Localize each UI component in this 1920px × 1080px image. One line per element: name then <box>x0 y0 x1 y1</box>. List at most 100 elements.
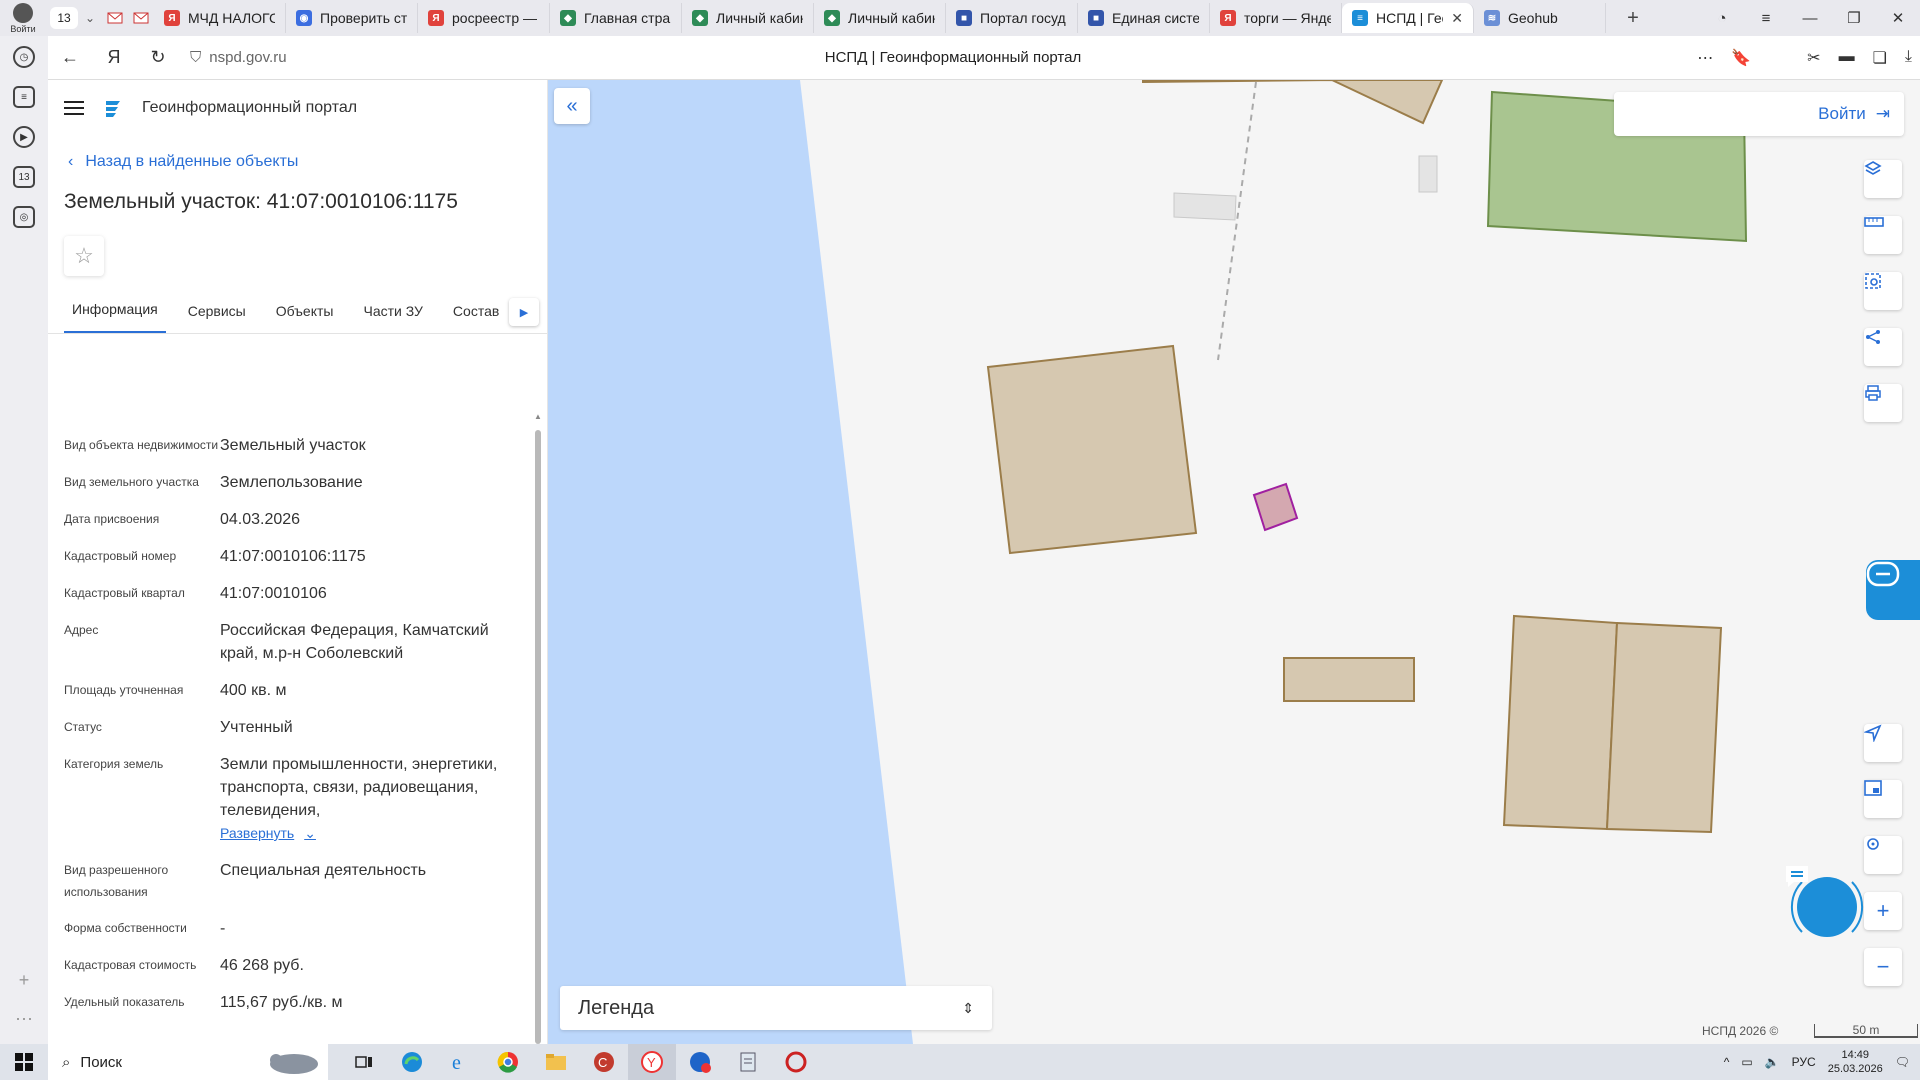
edge-icon[interactable] <box>388 1044 436 1080</box>
layers-button[interactable] <box>1864 160 1902 198</box>
menu-icon[interactable]: ≡ <box>1744 10 1788 27</box>
start-button[interactable] <box>0 1053 48 1071</box>
parcel[interactable] <box>1502 614 1619 831</box>
bookmark-icon[interactable]: 🔖 <box>1731 48 1751 68</box>
minimap-button[interactable] <box>1864 780 1902 818</box>
print-button[interactable] <box>1864 384 1902 422</box>
minimize-button[interactable]: — <box>1788 10 1832 27</box>
browser-tab[interactable]: ◆ Главная стран <box>550 3 682 33</box>
browser-tab[interactable]: ≡ НСПД | Гео ✕ <box>1342 3 1474 33</box>
browser-tab[interactable]: Яросреестр — Я <box>418 3 550 33</box>
play-icon[interactable]: ▶ <box>13 126 35 148</box>
chevron-down-icon[interactable]: ⌄ <box>78 11 102 25</box>
tab-objects[interactable]: Объекты <box>268 303 342 333</box>
profile-icon[interactable]: ◔ <box>1700 10 1744 27</box>
browser-tab[interactable]: ◆ Личный кабин <box>682 3 814 33</box>
chat-assistant-button[interactable] <box>1782 862 1872 952</box>
chevron-up-icon[interactable]: ^ <box>1724 1055 1730 1069</box>
tab-count-button[interactable]: 13 <box>50 7 78 29</box>
notifications-icon[interactable]: 🗨 <box>1895 1055 1910 1069</box>
ccleaner-icon[interactable]: C <box>580 1044 628 1080</box>
expand-link[interactable]: Развернуть ⌄ <box>220 822 316 845</box>
yandex-icon[interactable]: Я <box>92 47 136 68</box>
tab-services[interactable]: Сервисы <box>180 303 254 333</box>
share-button[interactable] <box>1864 328 1902 366</box>
favorite-star-button[interactable]: ☆ <box>64 236 104 276</box>
taskbar-search[interactable]: ⌕ Поиск <box>48 1044 328 1080</box>
more-icon[interactable]: ⋯ <box>1697 48 1713 68</box>
browser-tab[interactable]: ■ Портал госуд <box>946 3 1078 33</box>
legend-bar[interactable]: Легенда ⇕ <box>560 986 992 1030</box>
extension-icon[interactable]: ✂ <box>1807 48 1820 68</box>
parcel[interactable] <box>1283 657 1415 702</box>
info-row: Дата присвоения 04.03.2026 <box>48 508 536 531</box>
network-icon[interactable]: ▭ <box>1741 1055 1752 1069</box>
login-button[interactable]: Войти ⇥ <box>1614 92 1904 136</box>
tab-title: МЧД НАЛОГС <box>188 10 275 26</box>
zoom-out-button[interactable]: − <box>1864 948 1902 986</box>
tab-composition[interactable]: Состав <box>445 303 507 333</box>
tab-parts[interactable]: Части ЗУ <box>355 303 430 333</box>
file-explorer-icon[interactable] <box>532 1044 580 1080</box>
outlook-icon[interactable] <box>676 1044 724 1080</box>
add-icon[interactable]: + <box>19 970 30 991</box>
selected-parcel[interactable] <box>1252 482 1299 532</box>
system-tray: ^ ▭ 🔈 РУС 14:49 25.03.2026 🗨 <box>1724 1048 1910 1076</box>
download-icon[interactable]: ⤓ <box>1905 48 1912 68</box>
restore-button[interactable]: ❐ <box>1832 9 1876 27</box>
parcel[interactable] <box>1142 80 1444 125</box>
chrome-icon[interactable] <box>484 1044 532 1080</box>
map-canvas[interactable] <box>548 80 1920 1044</box>
calendar-icon[interactable]: 13 <box>13 166 35 188</box>
app-c-icon[interactable] <box>772 1044 820 1080</box>
avatar <box>13 2 33 23</box>
screenshot-icon[interactable]: ◎ <box>13 206 35 228</box>
close-window-button[interactable]: ✕ <box>1876 9 1920 27</box>
geolocation-button[interactable] <box>1864 724 1902 762</box>
tabs-scroll-right-button[interactable]: ▶ <box>509 298 539 326</box>
clock[interactable]: 14:49 25.03.2026 <box>1828 1048 1883 1076</box>
yandex-browser-icon[interactable]: Y <box>628 1044 676 1080</box>
feedback-button[interactable] <box>1866 560 1920 620</box>
tab-information[interactable]: Информация <box>64 301 166 333</box>
panel-scrollbar[interactable]: ▲ ▼ <box>532 412 544 1044</box>
url-field[interactable]: ⛉ nspd.gov.ru <box>190 49 590 66</box>
profile-button[interactable]: Войти <box>0 0 46 36</box>
close-tab-icon[interactable]: ✕ <box>1451 10 1463 27</box>
hamburger-menu-icon[interactable] <box>64 101 84 115</box>
browser-tab[interactable]: ◆ Личный кабин <box>814 3 946 33</box>
info-row: Форма собственности - <box>48 917 536 940</box>
back-to-results-link[interactable]: ‹ Назад в найденные объекты <box>48 148 547 176</box>
notes-icon[interactable]: ≡ <box>13 86 35 108</box>
row-value: Земли промышленности, энергетики, трансп… <box>220 756 498 819</box>
browser-tab[interactable]: ◉ Проверить ст <box>286 3 418 33</box>
language-indicator[interactable]: РУС <box>1792 1055 1816 1069</box>
volume-icon[interactable]: 🔈 <box>1765 1055 1780 1069</box>
parcel[interactable] <box>1605 621 1723 834</box>
notepad-icon[interactable] <box>724 1044 772 1080</box>
info-list: Вид объекта недвижимости Земельный участо… <box>48 420 536 1040</box>
collections-icon[interactable]: ❏ <box>1873 48 1887 68</box>
collapse-panel-button[interactable]: « <box>554 88 590 124</box>
area-select-button[interactable] <box>1864 272 1902 310</box>
task-view-icon[interactable] <box>340 1044 388 1080</box>
browser-tab[interactable]: Яторги — Янде <box>1210 3 1342 33</box>
scroll-up-icon[interactable]: ▲ <box>534 412 542 421</box>
reload-button[interactable]: ↻ <box>136 47 180 68</box>
map-view[interactable]: « Войти ⇥ + − Легенда ⇕ НСПД 2026 © 50 m <box>548 80 1920 1044</box>
new-tab-button[interactable]: + <box>1618 7 1648 30</box>
more-dots-icon[interactable]: ⋯ <box>15 1009 33 1030</box>
history-icon[interactable]: ◷ <box>13 46 35 68</box>
browser-tab[interactable]: ■ Единая систе <box>1078 3 1210 33</box>
scroll-thumb[interactable] <box>535 430 541 1044</box>
ie-icon[interactable]: e <box>436 1044 484 1080</box>
vpn-icon[interactable]: ▬ <box>1839 48 1855 68</box>
ruler-button[interactable] <box>1864 216 1902 254</box>
back-button[interactable]: ← <box>48 47 92 68</box>
tab-favicon-icon: ■ <box>1088 10 1104 26</box>
browser-tab[interactable]: Я МЧД НАЛОГС <box>154 3 286 33</box>
pinned-tab-mail-2[interactable] <box>128 11 154 25</box>
browser-tab[interactable]: ≋ Geohub <box>1474 3 1606 33</box>
parcel[interactable] <box>986 344 1198 555</box>
pinned-tab-mail[interactable] <box>102 11 128 25</box>
